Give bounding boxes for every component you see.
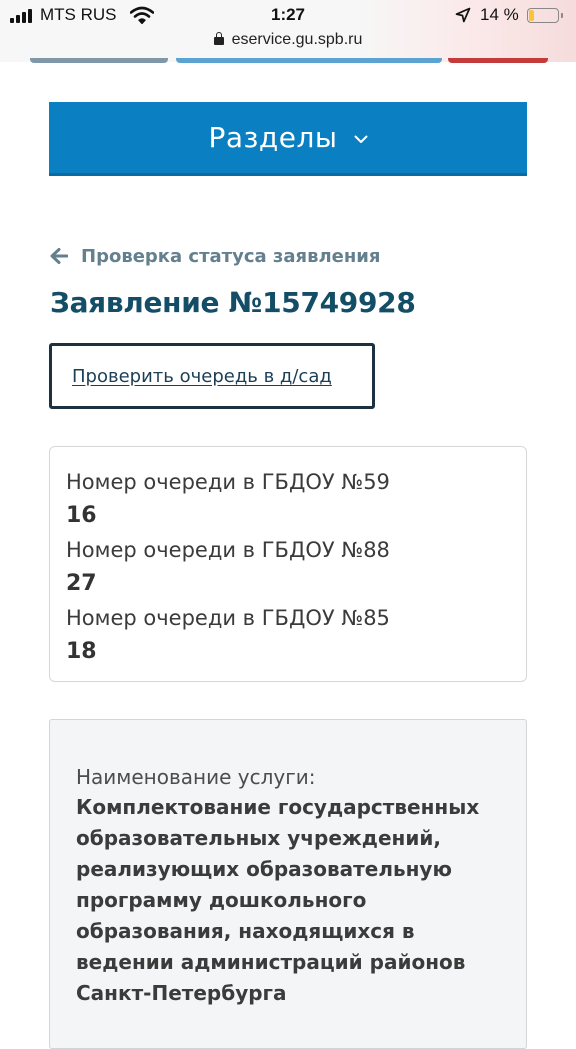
sections-label: Разделы	[208, 121, 338, 154]
page-url: eservice.gu.spb.ru	[231, 31, 363, 48]
check-queue-button[interactable]: Проверить очередь в д/сад	[49, 343, 375, 409]
address-bar[interactable]: eservice.gu.spb.ru	[0, 31, 576, 49]
chevron-down-icon	[354, 135, 368, 143]
back-link-label: Проверка статуса заявления	[81, 245, 381, 267]
queue-entry: Номер очереди в ГБДОУ №85 18	[66, 601, 526, 669]
page-title: Заявление №15749928	[50, 286, 416, 319]
battery-icon	[527, 8, 563, 23]
service-label: Наименование услуги:	[76, 765, 316, 789]
service-info-card: Наименование услуги: Комплектование госу…	[49, 719, 527, 1049]
queue-entry-label: Номер очереди в ГБДОУ №85	[66, 606, 390, 630]
partial-button-middle	[176, 58, 442, 63]
queue-entry-value: 27	[66, 571, 97, 596]
partial-button-left	[30, 58, 168, 63]
location-arrow-icon	[455, 7, 471, 23]
queue-entry: Номер очереди в ГБДОУ №88 27	[66, 533, 526, 601]
battery-percent: 14 %	[480, 5, 519, 24]
battery-level	[529, 10, 534, 21]
lock-icon	[213, 32, 224, 45]
check-queue-label: Проверить очередь в д/сад	[72, 365, 332, 387]
back-link[interactable]: Проверка статуса заявления	[50, 244, 380, 268]
partial-button-right	[448, 58, 548, 63]
queue-info-card: Номер очереди в ГБДОУ №59 16 Номер очере…	[49, 446, 527, 682]
queue-entry-value: 18	[66, 639, 97, 664]
queue-entry-label: Номер очереди в ГБДОУ №59	[66, 470, 390, 494]
queue-entry: Номер очереди в ГБДОУ №59 16	[66, 465, 526, 533]
service-name: Комплектование государственных образоват…	[76, 795, 480, 1005]
arrow-left-icon	[50, 248, 68, 264]
queue-entry-value: 16	[66, 503, 97, 528]
status-bar: MTS RUS 1:27 14 % eservice.gu.spb.ru	[0, 0, 576, 62]
queue-entry-label: Номер очереди в ГБДОУ №88	[66, 538, 390, 562]
sections-menu-button[interactable]: Разделы	[49, 102, 527, 176]
